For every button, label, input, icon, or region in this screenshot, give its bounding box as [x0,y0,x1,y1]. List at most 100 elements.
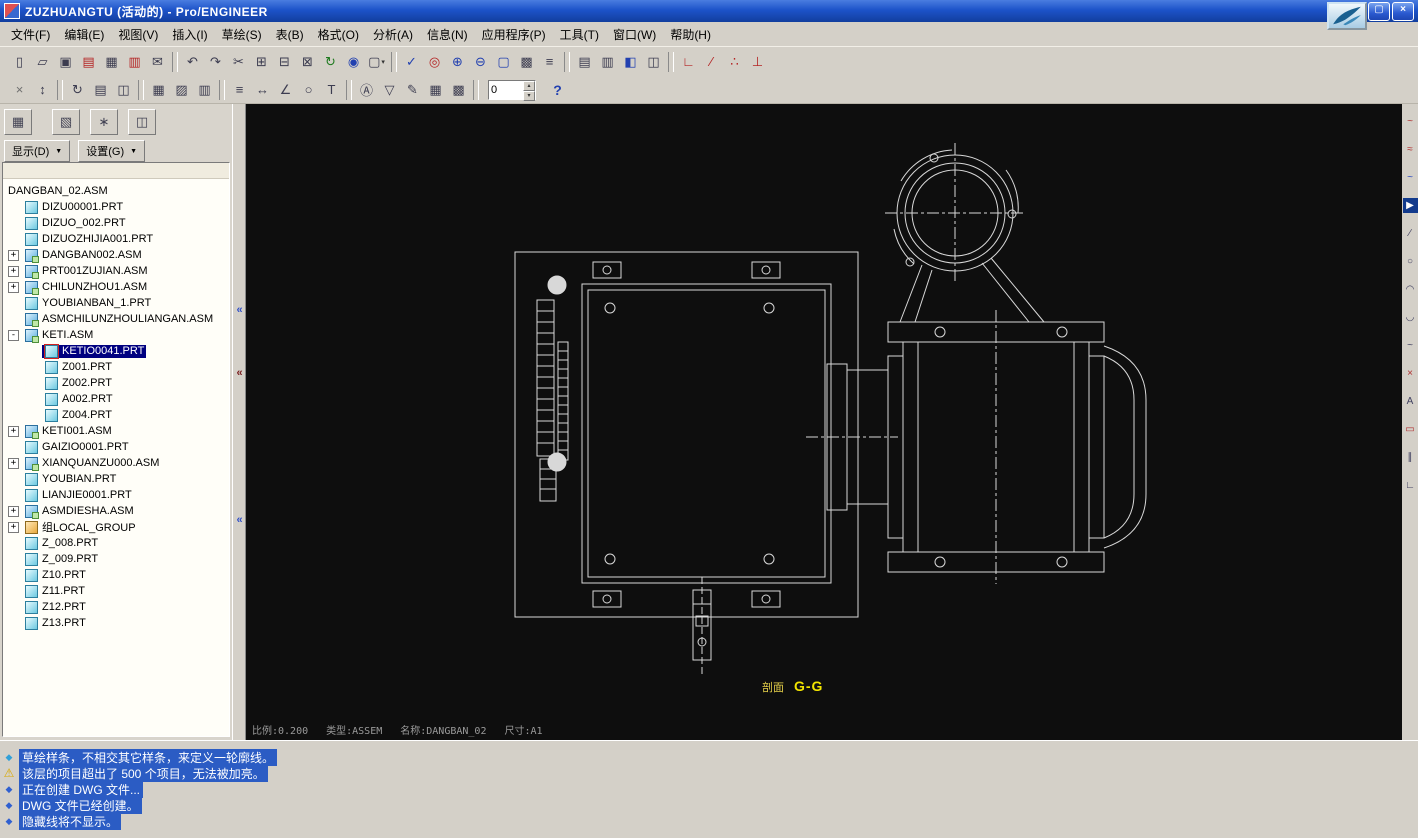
delete-old-versions-button[interactable]: ▥ [123,51,146,73]
point-tool-button[interactable]: × [1403,366,1418,381]
insert-table-button[interactable]: ▦ [424,79,447,101]
circle-tool-button[interactable]: ○ [1403,254,1418,269]
spin-input[interactable] [489,80,523,99]
print-button[interactable]: ▦ [100,51,123,73]
tree-item[interactable]: DANGBAN_02.ASM [3,183,229,199]
tree-item[interactable]: Z_009.PRT [3,551,229,567]
tree-item[interactable]: YOUBIANBAN_1.PRT [3,295,229,311]
tree-item[interactable]: A002.PRT [3,391,229,407]
lock-view-button[interactable]: ↕ [31,79,54,101]
tree-item[interactable]: LIANJIE0001.PRT [3,487,229,503]
tree-expander-icon[interactable]: + [8,281,19,293]
dim-slant-button[interactable]: ∠ [274,79,297,101]
tree-expander-icon[interactable]: + [8,505,19,517]
tree-expander-icon[interactable]: + [8,457,19,469]
close-button[interactable]: × [1392,1,1414,21]
separator[interactable] [473,79,479,100]
menu-item[interactable]: 信息(N) [420,23,475,46]
menu-item[interactable]: 工具(T) [553,23,606,46]
tree-item[interactable]: Z12.PRT [3,599,229,615]
tree-item[interactable]: DIZUOZHIJIA001.PRT [3,231,229,247]
tree-item[interactable]: Z11.PRT [3,583,229,599]
separator[interactable] [391,51,397,72]
repaint-button[interactable]: ▩ [515,51,538,73]
spline-curve-tool-button[interactable]: ≈ [1403,142,1418,157]
tree-item[interactable]: Z004.PRT [3,407,229,423]
favorites-tab-button[interactable]: ∗ [90,109,118,135]
layers-button[interactable]: ≡ [538,51,561,73]
line-tool-button[interactable]: ∕ [1403,226,1418,241]
tree-item[interactable]: GAIZIO0001.PRT [3,439,229,455]
tree-item[interactable]: Z_008.PRT [3,535,229,551]
tree-expander-icon[interactable]: - [8,329,19,341]
context-help-button[interactable]: ? [546,79,569,101]
collapse-chevron-icon[interactable]: « [233,367,246,379]
menu-item[interactable]: 窗口(W) [606,23,663,46]
close-window-button[interactable]: ▥ [596,51,619,73]
tree-expander-icon[interactable]: + [8,425,19,437]
drawing-models-button[interactable]: ◫ [112,79,135,101]
tree-item[interactable]: + PRT001ZUJIAN.ASM [3,263,229,279]
undo-button[interactable]: ↶ [181,51,204,73]
dim-move-button[interactable]: ↔ [251,79,274,101]
table-create-button[interactable]: ▦ [147,79,170,101]
maximize-button[interactable]: ▢ [1368,1,1390,21]
paste-button[interactable]: ⊟ [273,51,296,73]
spin-down-button[interactable]: ▾ [523,90,535,101]
zoom-out-button[interactable]: ⊖ [469,51,492,73]
update-sheets-button[interactable]: ↻ [66,79,89,101]
separator[interactable] [219,79,225,100]
surface-finish-button[interactable]: ▽ [378,79,401,101]
hatch-button[interactable]: ▨ [170,79,193,101]
sketch-points-button[interactable]: ∴ [723,51,746,73]
save-file-button[interactable]: ▣ [54,51,77,73]
new-file-button[interactable]: ▯ [8,51,31,73]
tree-item[interactable]: + 组LOCAL_GROUP [3,519,229,535]
tree-item[interactable]: + XIANQUANZU000.ASM [3,455,229,471]
tree-item[interactable]: YOUBIAN.PRT [3,471,229,487]
tree-item[interactable]: + CHILUNZHOU1.ASM [3,279,229,295]
sketch-corner-button[interactable]: ∟ [677,51,700,73]
menu-item[interactable]: 文件(F) [4,23,57,46]
print-preview-button[interactable]: ▤ [77,51,100,73]
new-window-button[interactable]: ▤ [573,51,596,73]
paste-special-button[interactable]: ⊠ [296,51,319,73]
spline-points-tool-button[interactable]: ~ [1403,114,1418,129]
tree-item[interactable]: Z001.PRT [3,359,229,375]
tree-expander-icon[interactable]: + [8,265,19,277]
datum-target-button[interactable]: Ⓐ [355,79,378,101]
separator[interactable] [172,51,178,72]
window-list-button[interactable]: ◫ [642,51,665,73]
send-email-button[interactable]: ✉ [146,51,169,73]
drawing-area[interactable]: 剖面 G-G 比例:0.200 类型:ASSEM 名称:DANGBAN_02 尺… [246,104,1402,740]
tree-item[interactable]: KETIO0041.PRT [3,343,229,359]
separator[interactable] [564,51,570,72]
model-tree-tab-button[interactable]: ▦ [4,109,32,135]
separator[interactable] [346,79,352,100]
dim-cleanup-button[interactable]: ≡ [228,79,251,101]
fillet-tool-button[interactable]: ◡ [1403,310,1418,325]
tree-item[interactable]: Z13.PRT [3,615,229,631]
tree-item[interactable]: Z10.PRT [3,567,229,583]
redo-button[interactable]: ↷ [204,51,227,73]
open-file-button[interactable]: ▱ [31,51,54,73]
tree-display-settings-button[interactable]: ◫ [128,109,156,135]
zoom-in-button[interactable]: ⊕ [446,51,469,73]
menu-item[interactable]: 分析(A) [366,23,420,46]
menu-item[interactable]: 应用程序(P) [475,23,553,46]
column-layout-button[interactable]: ▥ [193,79,216,101]
cut-button[interactable]: ✂ [227,51,250,73]
select-filter-button[interactable]: ▢ [365,51,388,73]
separator[interactable] [668,51,674,72]
sketch-divide-button[interactable]: ∕ [700,51,723,73]
tree-item[interactable]: + DANGBAN002.ASM [3,247,229,263]
separator[interactable] [57,79,63,100]
select-tool-button[interactable]: ▶ [1402,198,1418,213]
menu-item[interactable]: 表(B) [269,23,311,46]
chamfer-tool-button[interactable]: ∟ [1403,478,1418,493]
offset-edge-tool-button[interactable]: ∥ [1403,450,1418,465]
menu-item[interactable]: 格式(O) [311,23,366,46]
folder-browser-tab-button[interactable]: ▧ [52,109,80,135]
regenerate-button[interactable]: ↻ [319,51,342,73]
close-x-button[interactable]: × [8,79,31,101]
